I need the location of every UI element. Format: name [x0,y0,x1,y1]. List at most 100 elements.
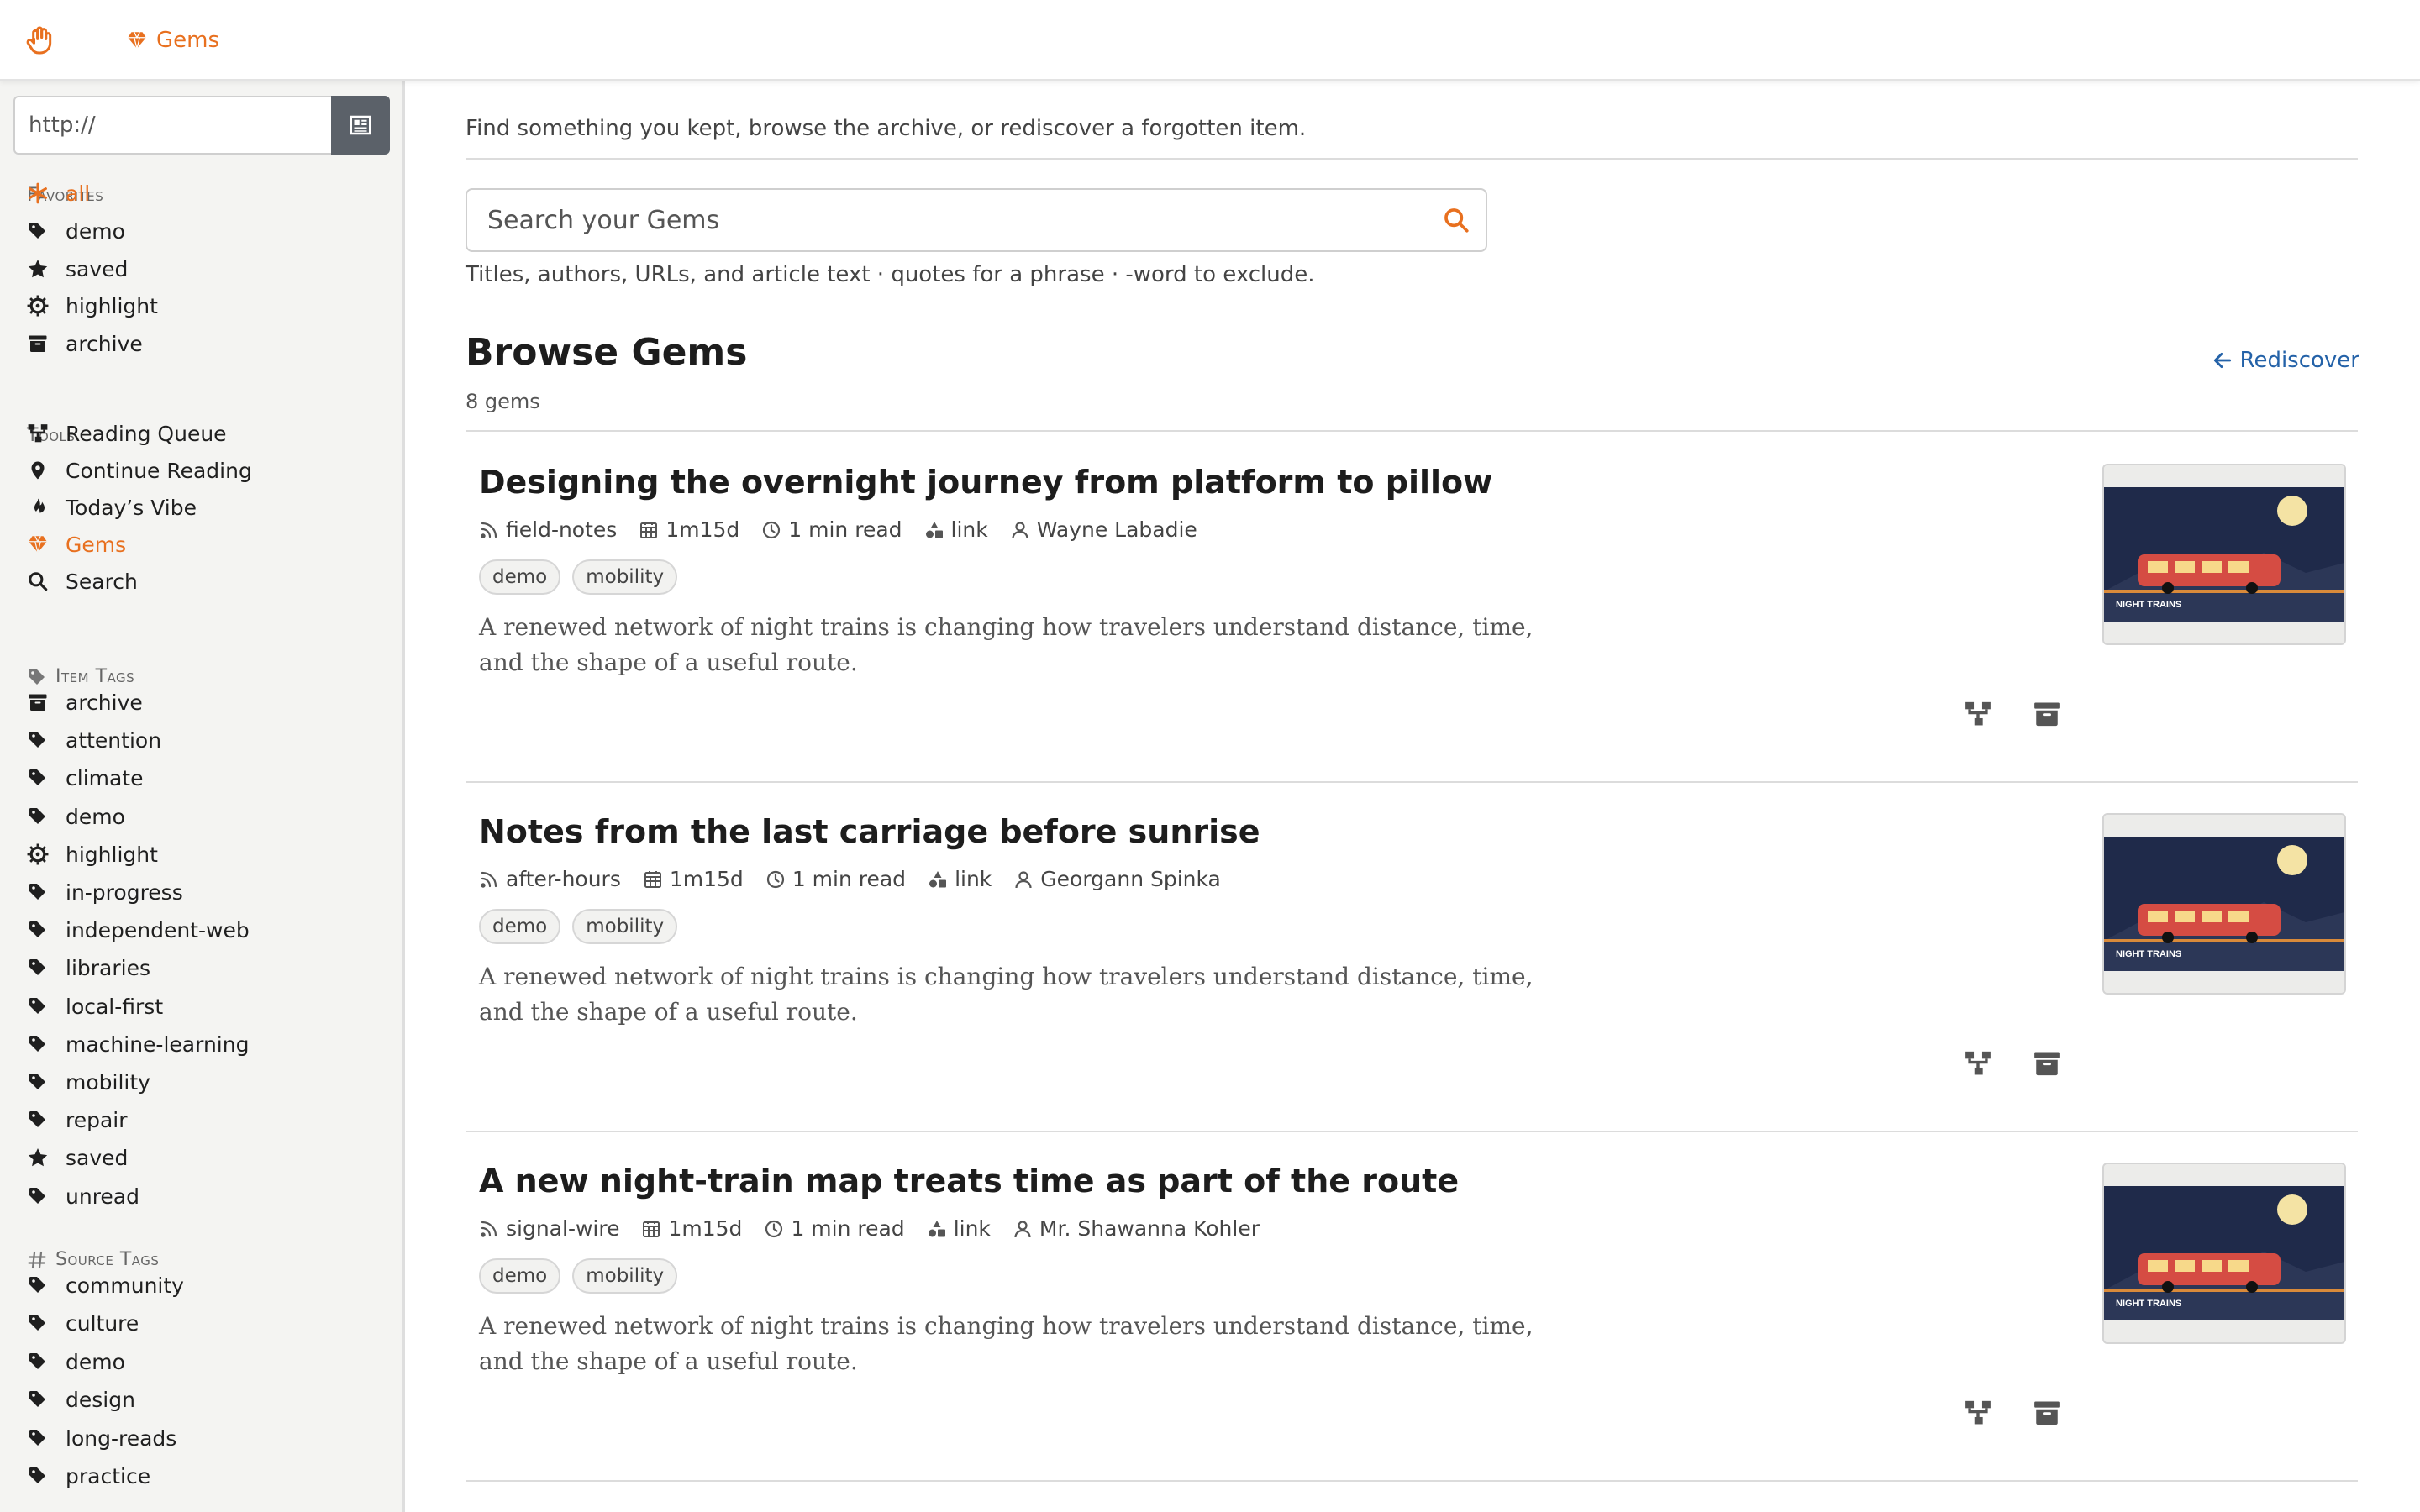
url-entry [13,96,390,155]
sidebar-item-item-tags-highlight[interactable]: highlight [27,837,158,871]
sidebar-item-item-tags-saved[interactable]: saved [27,1141,128,1174]
sidebar-item-tools-today-s-vibe[interactable]: Today’s Vibe [27,491,197,524]
shapes-icon [928,869,948,890]
star-icon [27,1147,49,1168]
sidebar-item-item-tags-archive[interactable]: archive [27,685,143,719]
tag-pill-demo[interactable]: demo [479,909,561,944]
sidebar-item-item-tags-attention[interactable]: attention [27,723,161,757]
tag-pill-demo[interactable]: demo [479,1258,561,1294]
gem-author[interactable]: Mr. Shawanna Kohler [1013,1216,1260,1241]
gem-title[interactable]: Notes from the last carriage before sunr… [479,813,1260,850]
queue-icon [27,423,49,444]
sidebar-item-label: independent-web [66,917,250,942]
tag-icon [27,806,49,827]
gem-title[interactable]: A new night-train map treats time as par… [479,1163,1459,1200]
sidebar-item-favorites-archive[interactable]: archive [27,327,143,360]
sidebar-item-label: all [66,181,91,206]
sidebar-item-label: demo [66,1349,125,1374]
gem-tags: demo mobility [479,1258,678,1294]
sidebar-item-item-tags-in-progress[interactable]: in-progress [27,875,183,909]
asterisk-icon [27,182,49,204]
sidebar-item-label: Search [66,569,138,594]
sidebar-item-source-tags-community[interactable]: community [27,1268,184,1302]
intro-text: Find something you kept, browse the arch… [466,116,1307,141]
add-to-queue-button[interactable] [1961,697,1995,731]
gem-source[interactable]: after-hours [479,867,621,891]
sidebar-item-source-tags-practice[interactable]: practice [27,1459,150,1493]
sidebar-item-tools-search[interactable]: Search [27,564,138,598]
tag-pill-mobility[interactable]: mobility [572,909,678,944]
gem-thumbnail[interactable]: NIGHT TRAINS [2102,813,2346,995]
sidebar: FavoritesalldemosavedhighlightarchiveToo… [0,81,405,1512]
gem-kind-text: link [950,517,988,542]
archive-button[interactable] [2030,1396,2064,1430]
gem-card: A new night-train map treats time as par… [466,1132,2360,1482]
gem-author[interactable]: Georgann Spinka [1013,867,1221,891]
gems-nav-link[interactable]: Gems [126,24,219,57]
sidebar-item-item-tags-independent-web[interactable]: independent-web [27,913,250,947]
gem-source-text: field-notes [506,517,618,542]
tag-pill-mobility[interactable]: mobility [572,559,678,595]
gem-read-time: 1 min read [761,517,902,542]
url-input[interactable] [13,96,331,155]
sidebar-item-favorites-highlight[interactable]: highlight [27,289,158,323]
sidebar-item-label: in-progress [66,879,183,905]
sidebar-item-favorites-saved[interactable]: saved [27,252,128,286]
archive-button[interactable] [2030,1047,2064,1080]
add-to-queue-button[interactable] [1961,1396,1995,1430]
gem-age: 1m15d [641,1216,742,1241]
sidebar-item-favorites-demo[interactable]: demo [27,214,125,248]
sidebar-item-label: repair [66,1107,128,1132]
main-content: Find something you kept, browse the arch… [466,81,2360,1512]
gem-thumbnail[interactable]: NIGHT TRAINS [2102,464,2346,645]
sidebar-item-source-tags-design[interactable]: design [27,1383,135,1416]
tag-icon [27,1185,49,1207]
gem-thumbnail[interactable]: NIGHT TRAINS [2102,1163,2346,1344]
calendar-icon [643,869,663,890]
sidebar-item-item-tags-local-first[interactable]: local-first [27,990,163,1023]
calendar-icon [639,520,659,540]
sidebar-item-source-tags-culture[interactable]: culture [27,1306,139,1340]
add-url-button[interactable] [331,96,390,155]
sidebar-item-tools-gems[interactable]: Gems [27,528,126,561]
sidebar-item-item-tags-mobility[interactable]: mobility [27,1065,150,1099]
sidebar-item-tools-reading-queue[interactable]: Reading Queue [27,417,227,450]
search-hint: Titles, authors, URLs, and article text … [466,262,1315,287]
hand-logo-icon[interactable] [24,24,57,57]
sidebar-item-source-tags-long-reads[interactable]: long-reads [27,1421,176,1455]
sidebar-item-label: design [66,1387,135,1412]
gem-search-button[interactable] [1427,191,1486,249]
sidebar-item-item-tags-libraries[interactable]: libraries [27,951,150,984]
gem-meta: signal-wire 1m15d 1 min read link Mr. Shawan… [479,1216,1260,1241]
sidebar-item-item-tags-unread[interactable]: unread [27,1179,139,1213]
gem-actions [1961,697,2064,731]
sidebar-item-source-tags-demo[interactable]: demo [27,1345,125,1378]
gem-kind: link [924,517,988,542]
sidebar-item-label: local-first [66,994,164,1019]
gem-kind: link [927,1216,991,1241]
gem-age-text: 1m15d [669,867,744,891]
sidebar-item-item-tags-climate[interactable]: climate [27,761,144,795]
rediscover-link[interactable]: Rediscover [2212,348,2360,373]
gem-author[interactable]: Wayne Labadie [1010,517,1197,542]
tag-icon [27,1033,49,1055]
gem-source[interactable]: field-notes [479,517,617,542]
sidebar-item-item-tags-repair[interactable]: repair [27,1103,128,1137]
sidebar-item-favorites-all[interactable]: all [27,176,90,210]
add-to-queue-button[interactable] [1961,1047,1995,1080]
tag-icon [27,1427,49,1449]
sidebar-item-label: saved [66,1145,129,1170]
sidebar-item-label: attention [66,727,162,753]
sidebar-item-item-tags-demo[interactable]: demo [27,800,125,833]
sidebar-item-item-tags-machine-learning[interactable]: machine-learning [27,1027,249,1061]
archive-button[interactable] [2030,697,2064,731]
tag-pill-demo[interactable]: demo [479,559,561,595]
location-pin-icon [27,459,49,481]
clock-icon [765,869,786,890]
sidebar-item-tools-continue-reading[interactable]: Continue Reading [27,454,252,487]
hash-icon [27,1250,47,1270]
gem-search-input[interactable] [467,191,1427,249]
gem-title[interactable]: Designing the overnight journey from pla… [479,464,1492,501]
gem-source[interactable]: signal-wire [479,1216,619,1241]
tag-pill-mobility[interactable]: mobility [572,1258,678,1294]
